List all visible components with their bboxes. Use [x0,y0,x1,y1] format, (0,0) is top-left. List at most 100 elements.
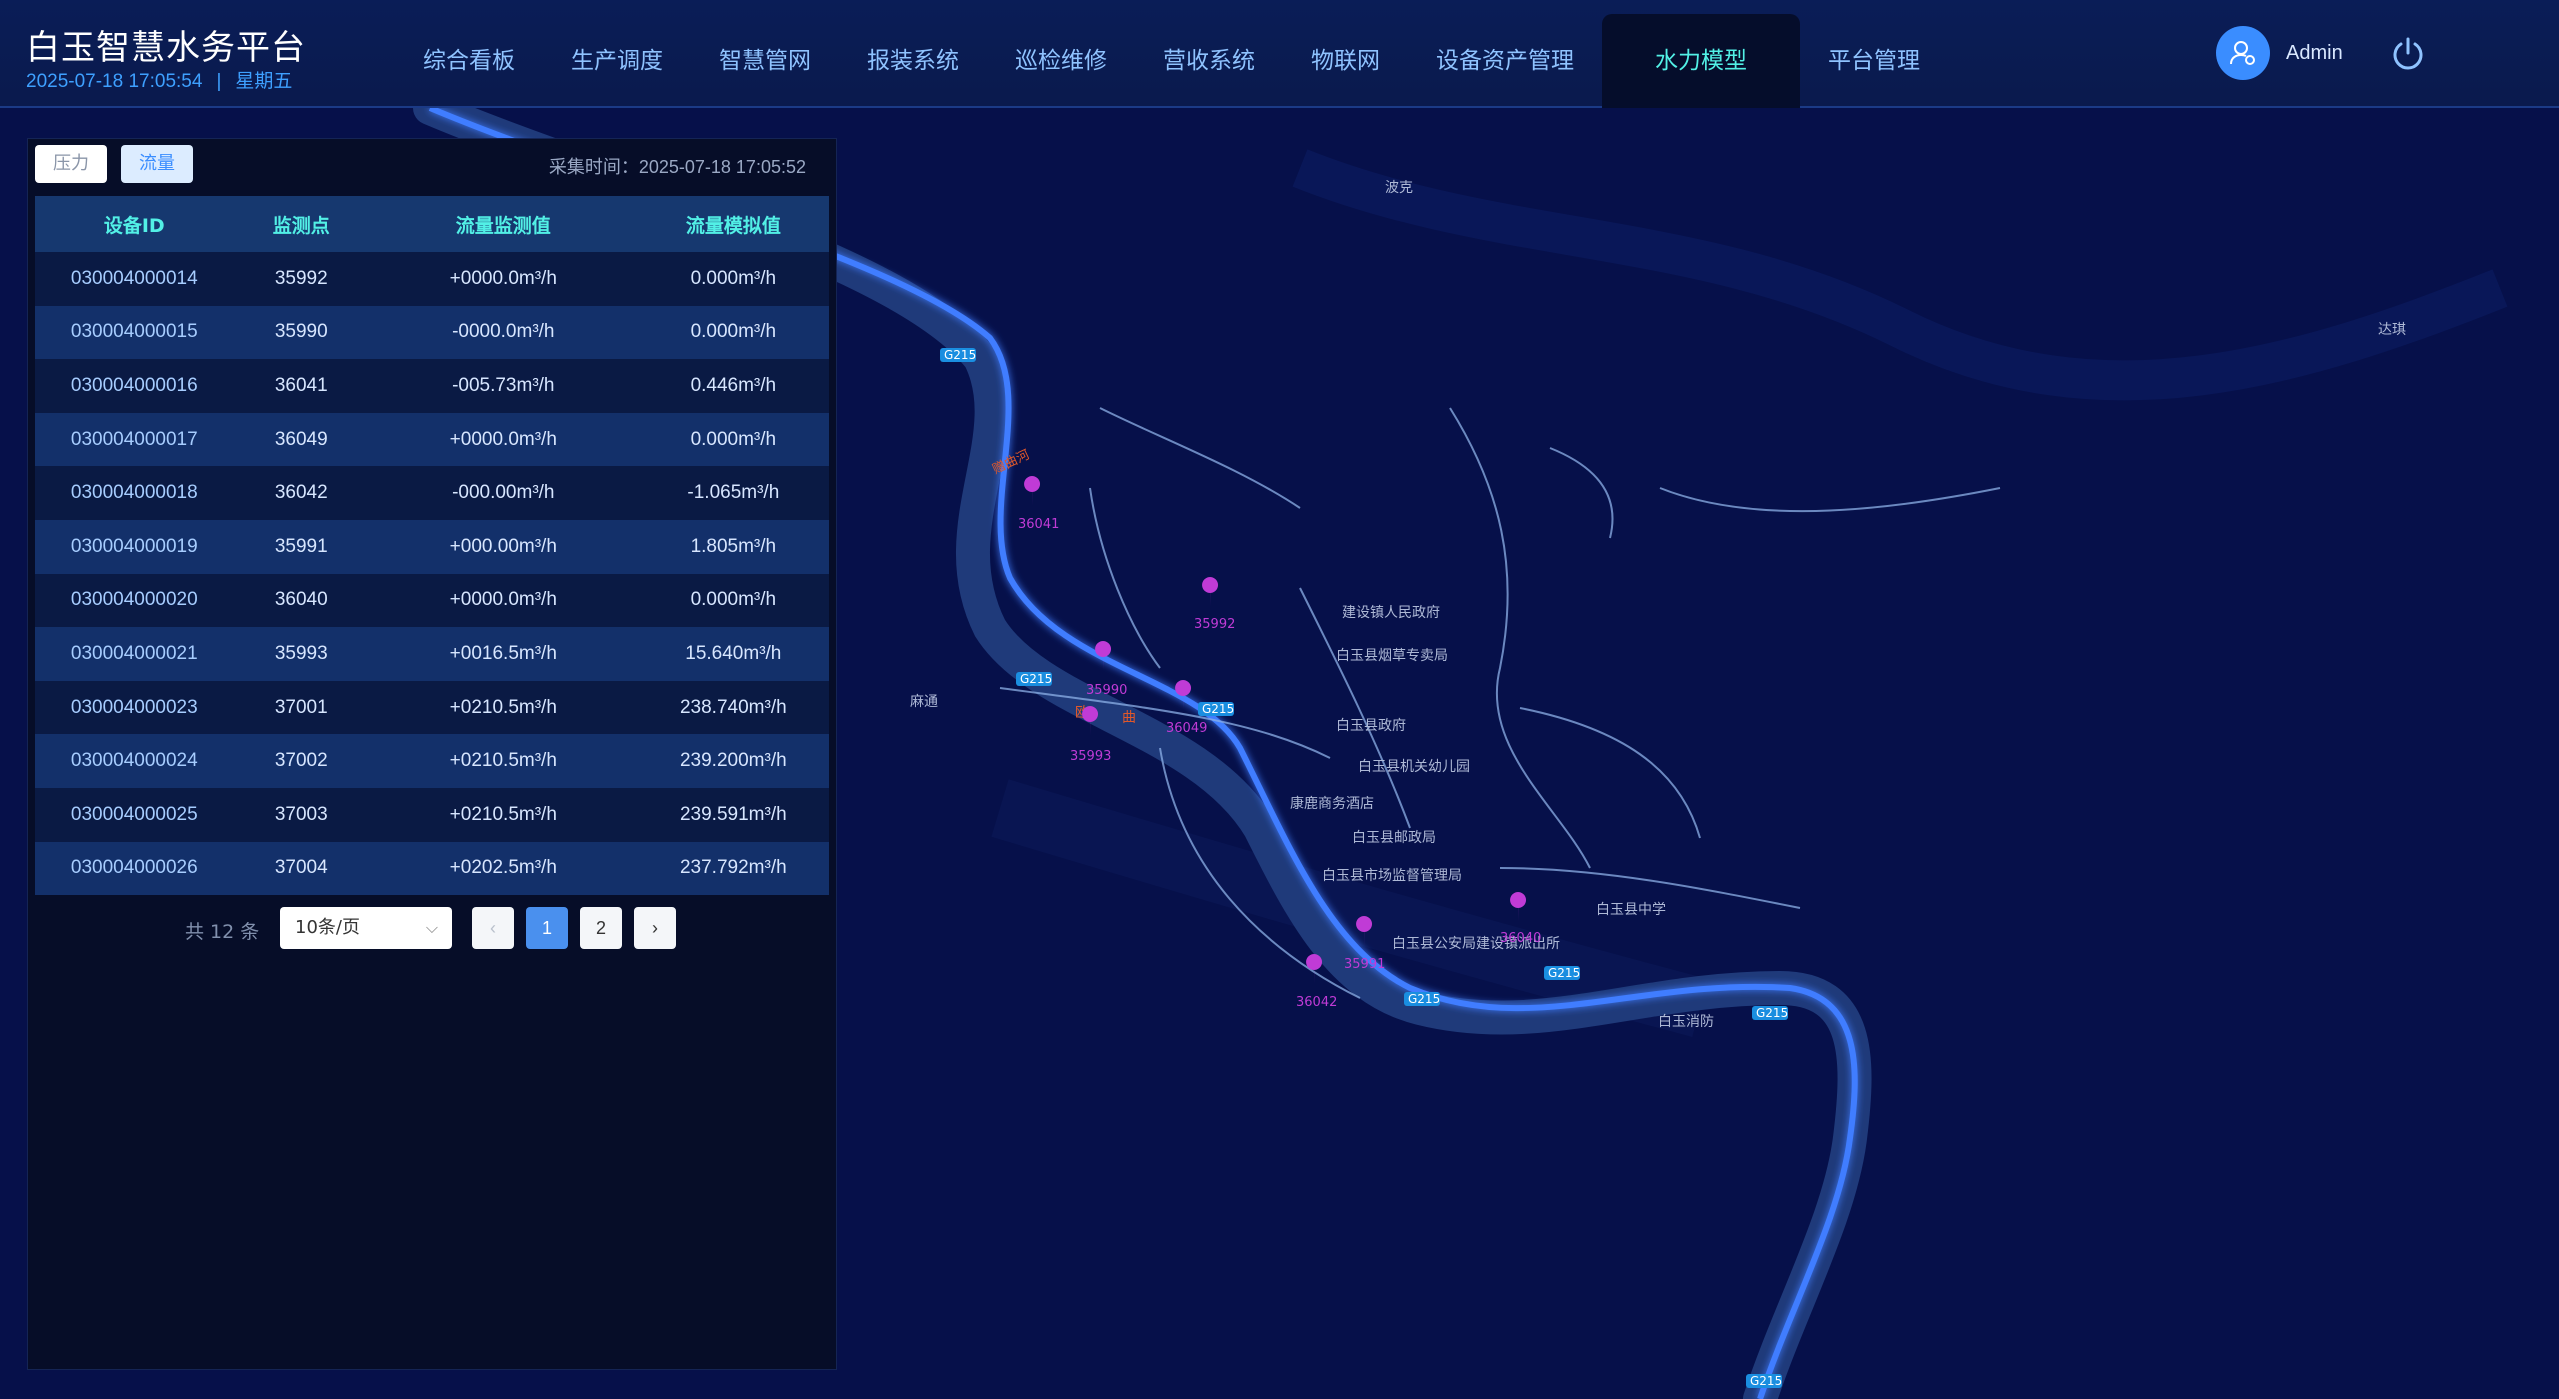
device-id: 030004000018 [35,466,234,520]
device-id: 030004000015 [35,305,234,360]
device-id: 030004000025 [35,787,234,842]
table-row[interactable]: 030004000023 37001 +0210.5m³/h 238.740m³… [35,680,829,735]
flow-simulated: 238.740m³/h [637,680,829,735]
monitor-point: 35991 [233,519,369,574]
road-shield: G215 [1202,702,1234,716]
table-row[interactable]: 030004000019 35991 +000.00m³/h 1.805m³/h [35,519,829,574]
nav-item-platform-admin[interactable]: 平台管理 [1800,0,1948,94]
marker-label: 36049 [1166,721,1207,736]
main-nav: 综合看板 生产调度 智慧管网 报装系统 巡检维修 营收系统 物联网 设备资产管理… [395,14,1948,108]
collect-time: 采集时间：2025-07-18 17:05:52 [548,157,806,177]
table-row[interactable]: 030004000024 37002 +0210.5m³/h 239.200m³… [35,734,829,788]
flow-simulated: 0.000m³/h [637,252,829,306]
marker-label: 36041 [1018,517,1059,532]
place-label: 白玉县中学 [1596,902,1666,918]
nav-item-production[interactable]: 生产调度 [543,0,691,94]
power-icon[interactable] [2388,34,2428,74]
flow-measured: -005.73m³/h [368,359,638,413]
marker-label: 35993 [1070,749,1111,764]
nav-item-pipe-network[interactable]: 智慧管网 [691,0,839,94]
place-label: 康鹿商务酒店 [1290,795,1374,812]
monitor-point: 36041 [233,359,369,413]
device-id: 030004000023 [35,680,234,735]
weekday: 星期五 [235,71,293,92]
flow-simulated: 239.200m³/h [637,734,829,788]
table-row[interactable]: 030004000020 36040 +0000.0m³/h 0.000m³/h [35,573,829,628]
table-row[interactable]: 030004000017 36049 +0000.0m³/h 0.000m³/h [35,412,829,467]
next-page-button[interactable]: › [634,907,676,949]
table-row[interactable]: 030004000025 37003 +0210.5m³/h 239.591m³… [35,787,829,842]
nav-item-installation[interactable]: 报装系统 [839,0,987,94]
monitor-point: 35990 [233,305,369,360]
monitor-point: 36040 [233,573,369,628]
road-shield: G215 [1756,1006,1788,1020]
monitor-point: 35993 [233,627,369,681]
page-button-2[interactable]: 2 [580,907,622,949]
device-id: 030004000021 [35,627,234,681]
table-row[interactable]: 030004000014 35992 +0000.0m³/h 0.000m³/h [35,252,829,306]
nav-item-dashboard[interactable]: 综合看板 [395,0,543,94]
tab-pressure[interactable]: 压力 [35,145,107,183]
total-count: 共 12 条 [185,921,260,943]
place-label: 麻通 [910,694,938,710]
place-label: 白玉县烟草专卖局 [1336,648,1448,664]
flow-simulated: 0.446m³/h [637,359,829,413]
road-shield: G215 [944,348,976,362]
flow-simulated: 237.792m³/h [637,841,829,896]
flow-simulated: -1.065m³/h [637,466,829,520]
flow-measured: +0210.5m³/h [368,734,638,788]
flow-data-panel: 压力 流量 采集时间：2025-07-18 17:05:52 设备ID 监测点 … [27,138,837,1370]
column-header: 设备ID [35,196,234,252]
device-id: 030004000017 [35,412,234,467]
platform-title: 白玉智慧水务平台 [26,28,306,68]
flow-measured: -0000.0m³/h [368,305,638,360]
tab-flow[interactable]: 流量 [121,145,193,183]
flow-measured: +0016.5m³/h [368,627,638,681]
pagination: 共 12 条 10条/页 ⌵ ‹ 1 2 › [28,907,838,951]
nav-item-hydraulic-model[interactable]: 水力模型 [1602,14,1800,108]
prev-page-button[interactable]: ‹ [472,907,514,949]
table-row[interactable]: 030004000015 35990 -0000.0m³/h 0.000m³/h [35,305,829,360]
metric-tabs: 压力 流量 [35,145,207,183]
divider: | [216,71,222,92]
nav-item-revenue[interactable]: 营收系统 [1135,0,1283,94]
marker-label: 36040 [1500,931,1541,946]
flow-simulated: 0.000m³/h [637,573,829,628]
monitor-point: 37002 [233,734,369,788]
nav-item-iot[interactable]: 物联网 [1283,0,1408,94]
user-settings-icon[interactable] [2216,26,2270,80]
column-header: 流量监测值 [368,196,638,252]
flow-measured: +0210.5m³/h [368,680,638,735]
flow-simulated: 15.640m³/h [637,627,829,681]
place-label: 达琪 [2378,322,2406,338]
page-button-1[interactable]: 1 [526,907,568,949]
nav-item-assets[interactable]: 设备资产管理 [1408,0,1602,94]
flow-simulated: 0.000m³/h [637,305,829,360]
table-header-row: 设备ID 监测点 流量监测值 流量模拟值 [35,196,829,252]
nav-item-inspection[interactable]: 巡检维修 [987,0,1135,94]
table-row[interactable]: 030004000021 35993 +0016.5m³/h 15.640m³/… [35,627,829,681]
monitor-point: 37001 [233,680,369,735]
table-row[interactable]: 030004000026 37004 +0202.5m³/h 237.792m³… [35,841,829,896]
column-header: 流量模拟值 [637,196,829,252]
flow-measured: -000.00m³/h [368,466,638,520]
table-row[interactable]: 030004000018 36042 -000.00m³/h -1.065m³/… [35,466,829,520]
monitor-point: 35992 [233,252,369,306]
device-id: 030004000020 [35,573,234,628]
road-shield: G215 [1750,1374,1782,1388]
table-row[interactable]: 030004000016 36041 -005.73m³/h 0.446m³/h [35,359,829,413]
page-size-value: 10条/页 [295,917,360,938]
device-id: 030004000026 [35,841,234,896]
place-label: 白玉消防 [1658,1014,1714,1030]
device-id: 030004000016 [35,359,234,413]
chevron-down-icon: ⌵ [425,918,438,937]
monitor-point: 37003 [233,787,369,842]
flow-measured: +0000.0m³/h [368,573,638,628]
column-header: 监测点 [233,196,369,252]
place-label: 波克 [1385,180,1413,196]
page-size-select[interactable]: 10条/页 ⌵ [280,907,452,949]
flow-measured: +0202.5m³/h [368,841,638,896]
user-menu[interactable]: Admin [2216,26,2343,80]
top-header: 白玉智慧水务平台 2025-07-18 17:05:54 | 星期五 综合看板 生产… [0,0,2559,108]
monitor-point: 36049 [233,412,369,467]
